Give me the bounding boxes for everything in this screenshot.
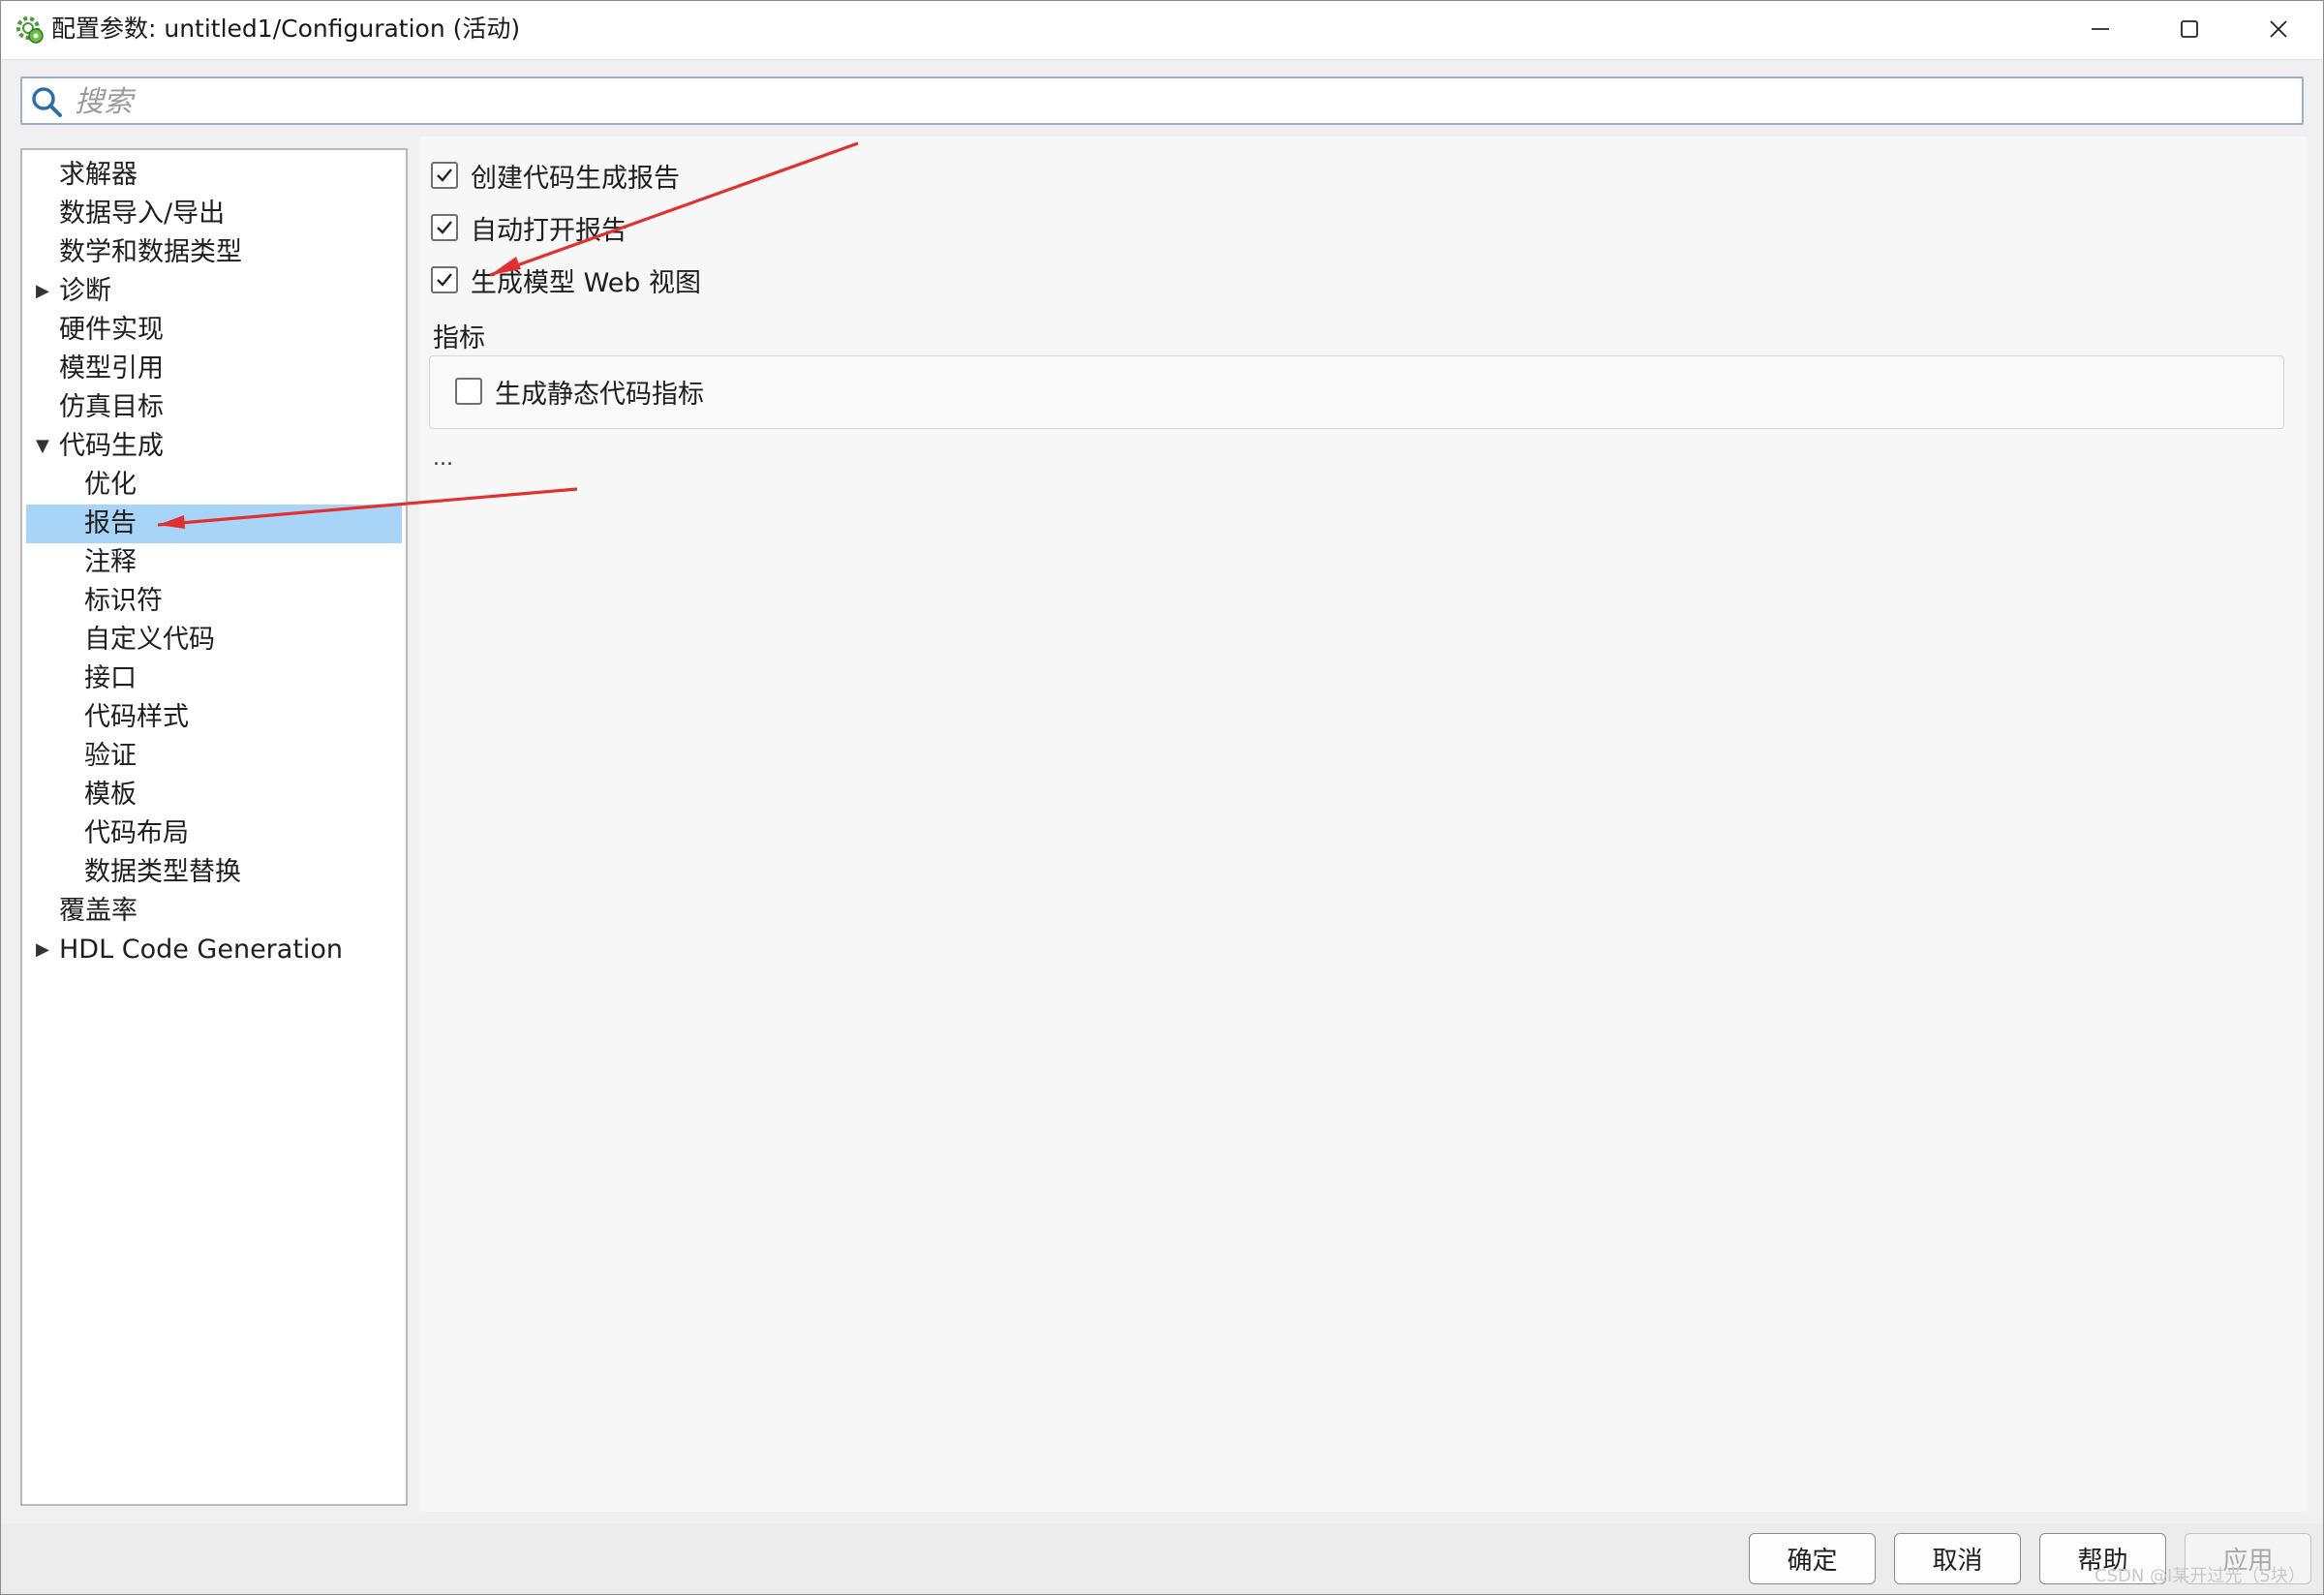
- tree-item-label: 优化: [84, 470, 137, 500]
- tree-item-label: 报告: [84, 508, 137, 538]
- cancel-button[interactable]: 取消: [1894, 1533, 2021, 1584]
- tree-item[interactable]: 接口: [26, 659, 402, 698]
- tree-item[interactable]: 硬件实现: [26, 311, 402, 350]
- tree-item-label: 仿真目标: [59, 392, 164, 422]
- tree-item-label: 代码样式: [84, 702, 189, 732]
- tree-item-label: 接口: [84, 663, 137, 693]
- expand-right-icon[interactable]: ▶: [36, 272, 49, 311]
- tree-item[interactable]: 验证: [26, 737, 402, 776]
- option-label: 自动打开报告: [471, 215, 627, 246]
- tree-item-label: 求解器: [59, 160, 138, 190]
- option-auto-open-report[interactable]: 自动打开报告: [431, 208, 627, 247]
- tree-item[interactable]: 数学和数据类型: [26, 233, 402, 272]
- tree-item[interactable]: 代码样式: [26, 698, 402, 737]
- tree-item[interactable]: ▶ 诊断: [26, 272, 402, 311]
- checkbox[interactable]: [431, 162, 458, 189]
- tree-item[interactable]: 自定义代码: [26, 621, 402, 659]
- tree-item[interactable]: 数据导入/导出: [26, 195, 402, 233]
- option-model-web-view[interactable]: 生成模型 Web 视图: [431, 261, 701, 299]
- tree-item[interactable]: 数据类型替换: [26, 853, 402, 892]
- tree-item[interactable]: ▶ HDL Code Generation: [26, 931, 402, 969]
- tree-item-label: HDL Code Generation: [59, 935, 344, 965]
- tree-item[interactable]: 代码布局: [26, 814, 402, 853]
- more-options-ellipsis[interactable]: ...: [433, 446, 453, 471]
- option-label: 生成静态代码指标: [495, 379, 704, 410]
- tree-item-label: 数学和数据类型: [59, 237, 242, 267]
- checkmark-icon: [437, 221, 452, 234]
- tree-item-label: 模型引用: [59, 353, 164, 383]
- category-tree: 求解器数据导入/导出 数学和数据类型 ▶ 诊断硬件实现模型引用仿真目标 ▼ 代码生成优化报…: [20, 148, 408, 1506]
- tree-item-label: 诊断: [59, 276, 111, 306]
- metrics-group: 生成静态代码指标: [429, 355, 2284, 429]
- search-input[interactable]: [73, 82, 2284, 121]
- configuration-parameters-window: 配置参数: untitled1/Configuration (活动) 求解器数据…: [0, 0, 2324, 1595]
- title-bar: 配置参数: untitled1/Configuration (活动): [1, 1, 2323, 60]
- checkmark-icon: [437, 169, 452, 182]
- tree-item-label: 验证: [84, 741, 137, 771]
- search-icon: [32, 87, 62, 117]
- checkbox[interactable]: [431, 214, 458, 241]
- expand-right-icon[interactable]: ▶: [36, 931, 49, 969]
- tree-item-label: 代码生成: [59, 431, 164, 461]
- tree-item[interactable]: 仿真目标: [26, 388, 402, 427]
- metrics-section-title: 指标: [433, 323, 485, 353]
- tree-item-label: 标识符: [84, 586, 163, 616]
- tree-item[interactable]: 报告: [26, 505, 402, 543]
- tree-item-label: 数据类型替换: [84, 857, 241, 887]
- checkbox[interactable]: [431, 266, 458, 293]
- tree-item[interactable]: 标识符: [26, 582, 402, 621]
- tree-item-label: 代码布局: [84, 818, 189, 848]
- tree-item-label: 覆盖率: [59, 896, 138, 926]
- maximize-icon: [2181, 20, 2198, 38]
- checkbox[interactable]: [455, 378, 482, 405]
- close-button[interactable]: [2234, 1, 2323, 57]
- maximize-button[interactable]: [2145, 1, 2234, 57]
- tree-item[interactable]: 优化: [26, 466, 402, 505]
- option-label: 创建代码生成报告: [471, 163, 680, 194]
- button-bar: 确定 取消 帮助 应用: [1, 1523, 2323, 1594]
- minimize-button[interactable]: [2056, 1, 2145, 57]
- minimize-icon: [2092, 28, 2109, 30]
- checkmark-icon: [437, 273, 452, 287]
- option-label: 生成模型 Web 视图: [471, 267, 702, 298]
- option-create-report[interactable]: 创建代码生成报告: [431, 156, 680, 195]
- search-box: [20, 77, 2304, 125]
- tree-item[interactable]: 模板: [26, 776, 402, 814]
- tree-item[interactable]: 求解器: [26, 156, 402, 195]
- ok-button[interactable]: 确定: [1749, 1533, 1876, 1584]
- watermark: CSDN @I某开过光（5块）: [2095, 1566, 2306, 1586]
- option-static-code-metrics[interactable]: 生成静态代码指标: [455, 372, 704, 411]
- report-settings-panel: 创建代码生成报告 自动打开报告 生成模型 Web 视图 指标 生成静态代码指标 …: [419, 137, 2308, 1512]
- tree-item[interactable]: ▼ 代码生成: [26, 427, 402, 466]
- tree-item-label: 硬件实现: [59, 315, 164, 345]
- tree-item-label: 数据导入/导出: [59, 199, 226, 229]
- window-title: 配置参数: untitled1/Configuration (活动): [51, 15, 521, 43]
- app-gear-icon: [16, 16, 44, 44]
- tree-item[interactable]: 模型引用: [26, 350, 402, 388]
- tree-item-label: 注释: [84, 547, 137, 577]
- close-icon: [2270, 20, 2287, 38]
- tree-item-label: 模板: [84, 780, 137, 810]
- expand-down-icon[interactable]: ▼: [36, 427, 49, 466]
- tree-item-label: 自定义代码: [84, 625, 215, 655]
- tree-item[interactable]: 覆盖率: [26, 892, 402, 931]
- tree-item[interactable]: 注释: [26, 543, 402, 582]
